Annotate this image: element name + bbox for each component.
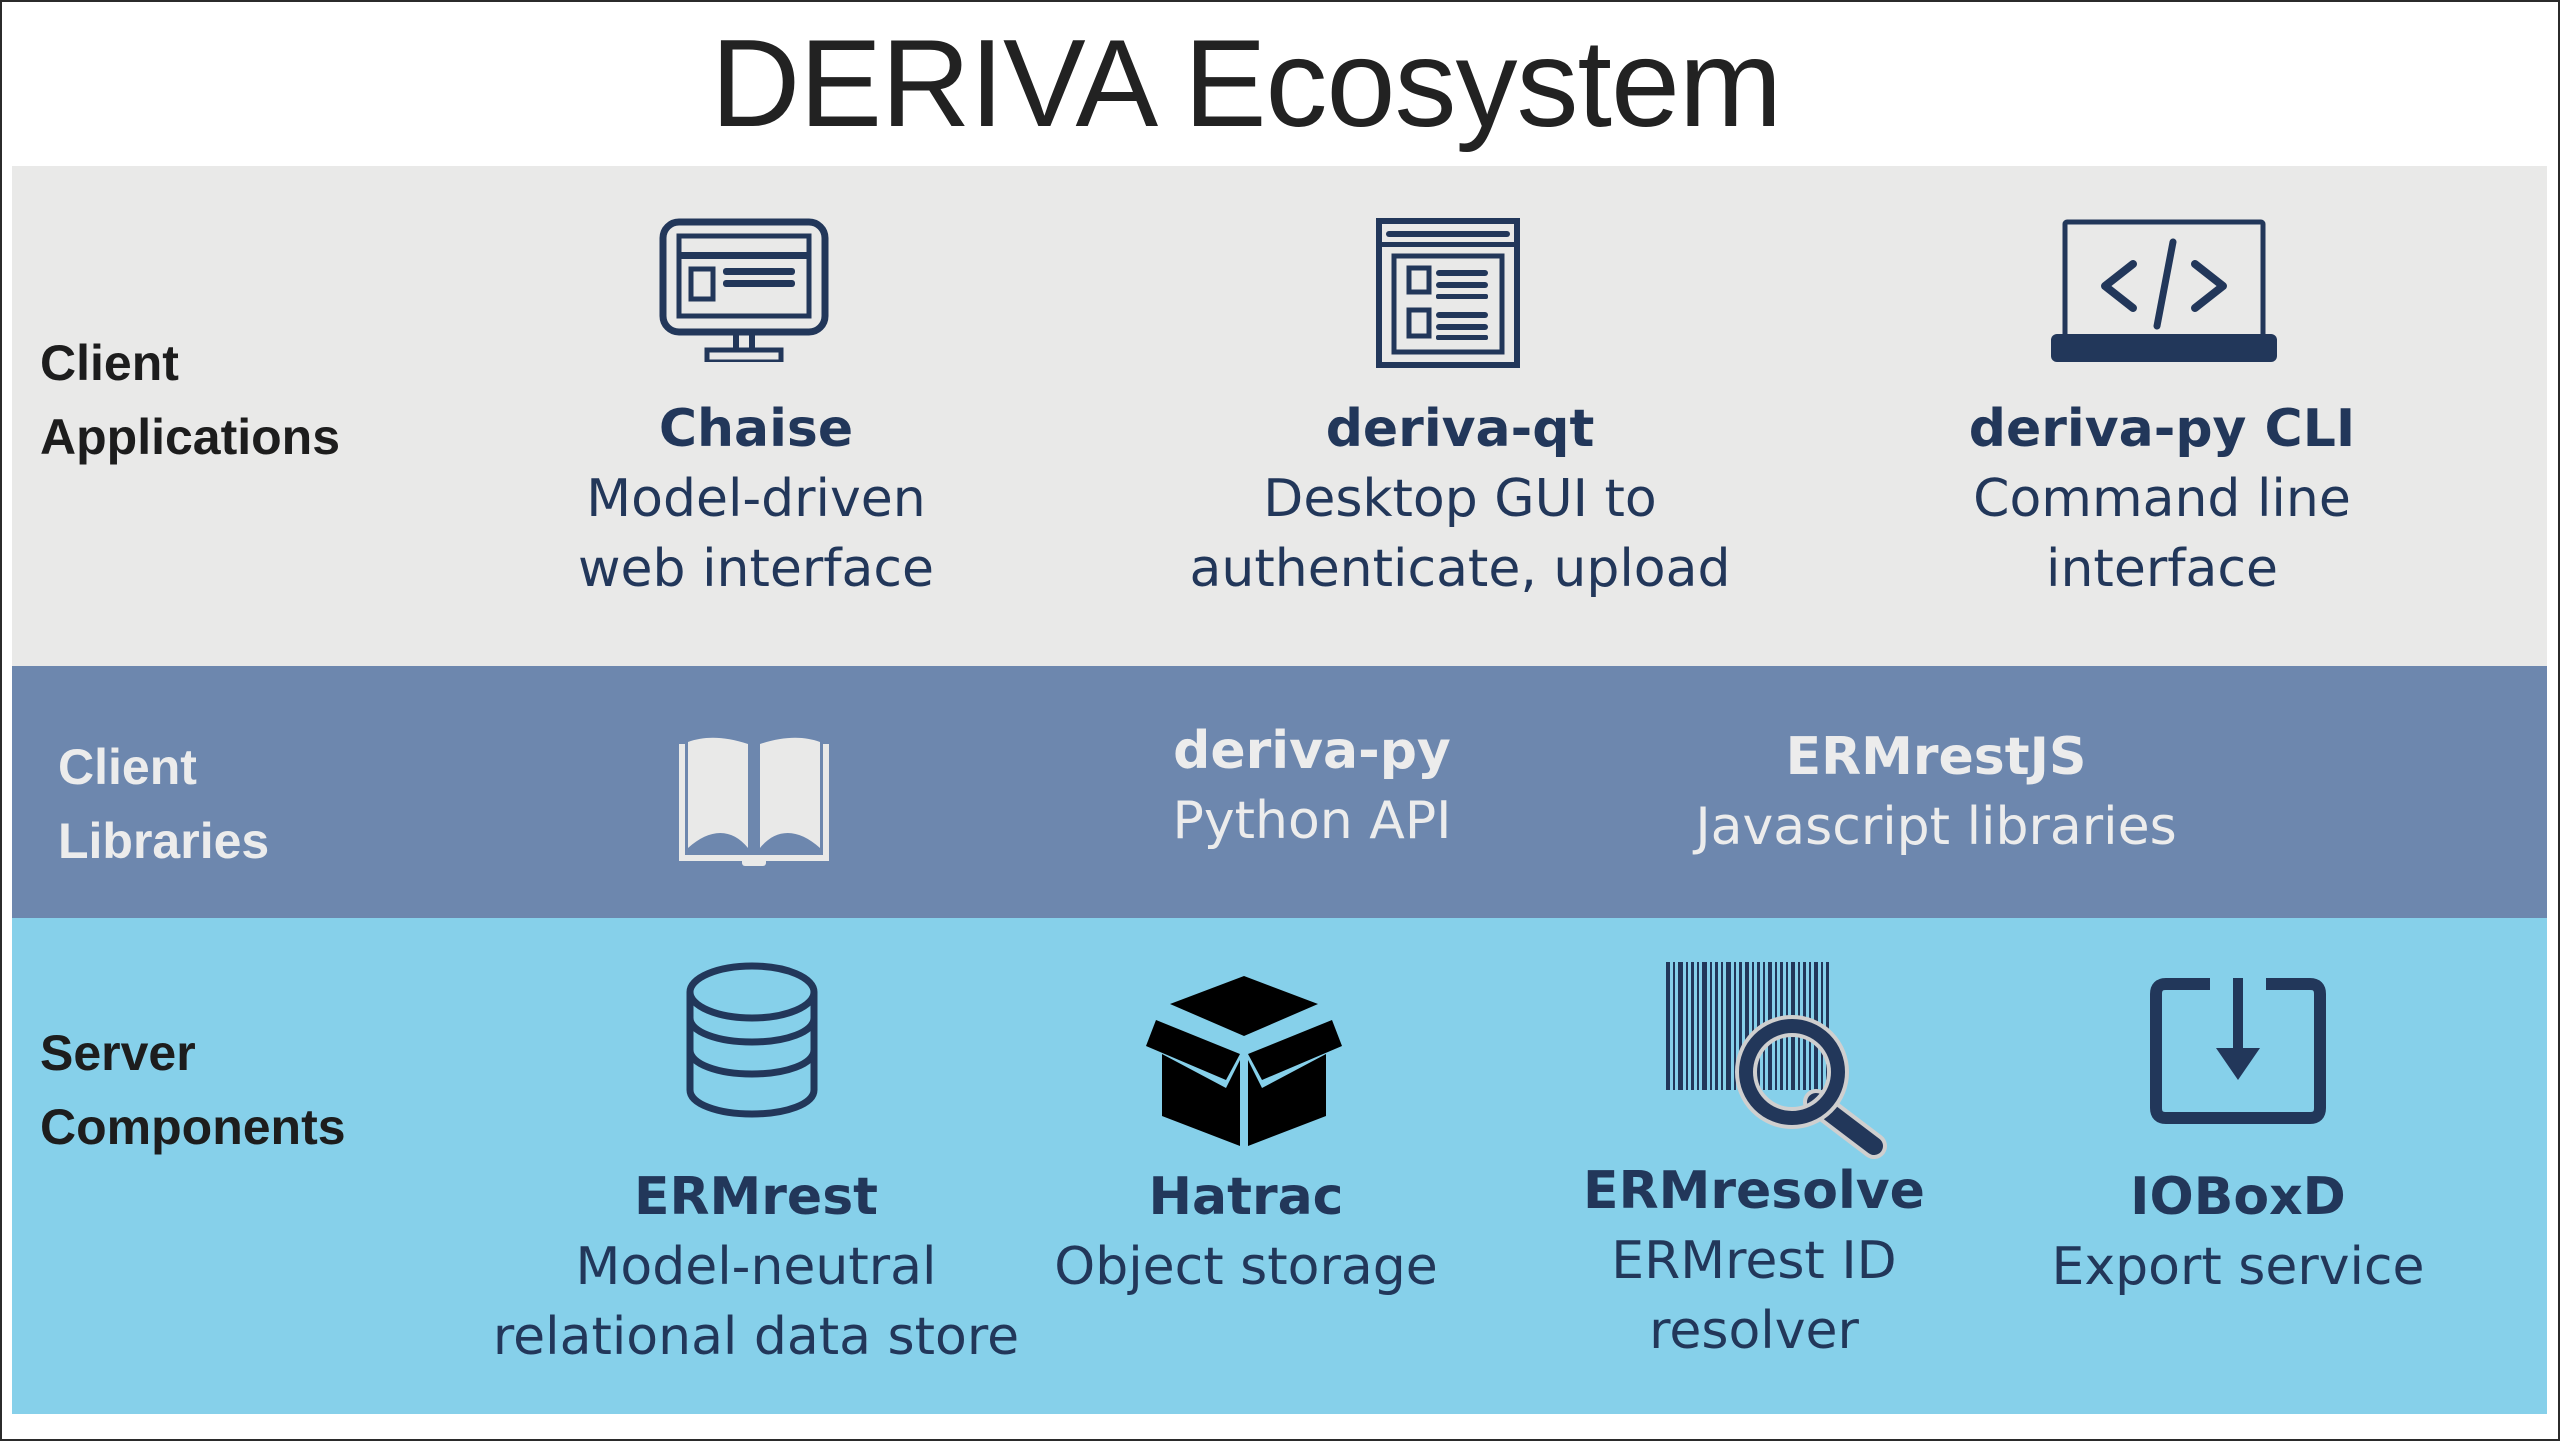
component-desc: Javascript libraries — [1695, 797, 2177, 857]
band-label-line: Applications — [40, 409, 341, 465]
diagram-title: DERIVA Ecosystem — [710, 15, 1782, 153]
component-desc: Command line — [1973, 469, 2351, 529]
component-desc: Model-neutral — [575, 1237, 937, 1297]
component-deriva-py: deriva-py Python API — [1172, 716, 1451, 856]
component-desc: Model-driven — [586, 469, 926, 529]
band-label-line: Client — [40, 335, 179, 391]
component-name: IOBoxD — [2130, 1167, 2346, 1227]
component-desc: interface — [2046, 539, 2278, 599]
component-ioboxd: IOBoxD Export service — [2051, 1162, 2424, 1302]
component-name: deriva-py — [1173, 721, 1451, 781]
client-applications-band: Client Applications Chaise Model-driven … — [12, 166, 2547, 666]
component-name: ERMrest — [633, 1167, 879, 1227]
server-components-band: Server Components ERMrest Model-neutral … — [12, 918, 2547, 1414]
band-label-line: Components — [40, 1099, 346, 1155]
component-desc: resolver — [1649, 1301, 1859, 1361]
component-deriva-qt: deriva-qt Desktop GUI to authenticate, u… — [1190, 394, 1731, 604]
component-ermrest: ERMrest Model-neutral relational data st… — [493, 1162, 1019, 1372]
band-label-line: Server — [40, 1025, 196, 1081]
component-name: Chaise — [658, 399, 854, 459]
component-hatrac: Hatrac Object storage — [1054, 1162, 1437, 1302]
component-name: Hatrac — [1148, 1167, 1344, 1227]
component-name: ERMrestJS — [1785, 727, 2087, 787]
download-box-icon — [2150, 978, 2326, 1124]
open-book-icon — [676, 736, 832, 868]
component-desc: Python API — [1172, 791, 1452, 851]
component-desc: authenticate, upload — [1189, 539, 1731, 599]
component-ermresolve: ERMresolve ERMrest ID resolver — [1583, 1156, 1925, 1366]
component-desc: Export service — [2051, 1237, 2425, 1297]
monitor-icon — [659, 218, 829, 362]
band-label-line: Client — [58, 739, 197, 795]
box-icon — [1146, 976, 1342, 1146]
component-name: deriva-qt — [1325, 399, 1595, 459]
component-desc: relational data store — [492, 1307, 1020, 1367]
band-label: Server Components — [40, 1016, 346, 1164]
component-deriva-py-cli: deriva-py CLI Command line interface — [1969, 394, 2355, 604]
component-desc: Desktop GUI to — [1263, 469, 1657, 529]
band-label: Client Applications — [40, 326, 340, 474]
component-desc: Object storage — [1054, 1237, 1438, 1297]
component-name: deriva-py CLI — [1968, 399, 2356, 459]
client-libraries-band: Client Libraries deriva-py Python API ER… — [12, 666, 2547, 918]
band-label-line: Libraries — [58, 813, 270, 869]
component-chaise: Chaise Model-driven web interface — [578, 394, 934, 604]
database-icon — [684, 962, 820, 1118]
band-label: Client Libraries — [58, 730, 269, 878]
component-ermrestjs: ERMrestJS Javascript libraries — [1695, 722, 2176, 862]
app-window-icon — [1376, 218, 1520, 368]
barcode-search-icon — [1666, 962, 1902, 1162]
component-desc: ERMrest ID — [1611, 1231, 1897, 1291]
laptop-code-icon — [2051, 218, 2277, 362]
component-name: ERMresolve — [1583, 1161, 1925, 1221]
component-desc: web interface — [578, 539, 934, 599]
